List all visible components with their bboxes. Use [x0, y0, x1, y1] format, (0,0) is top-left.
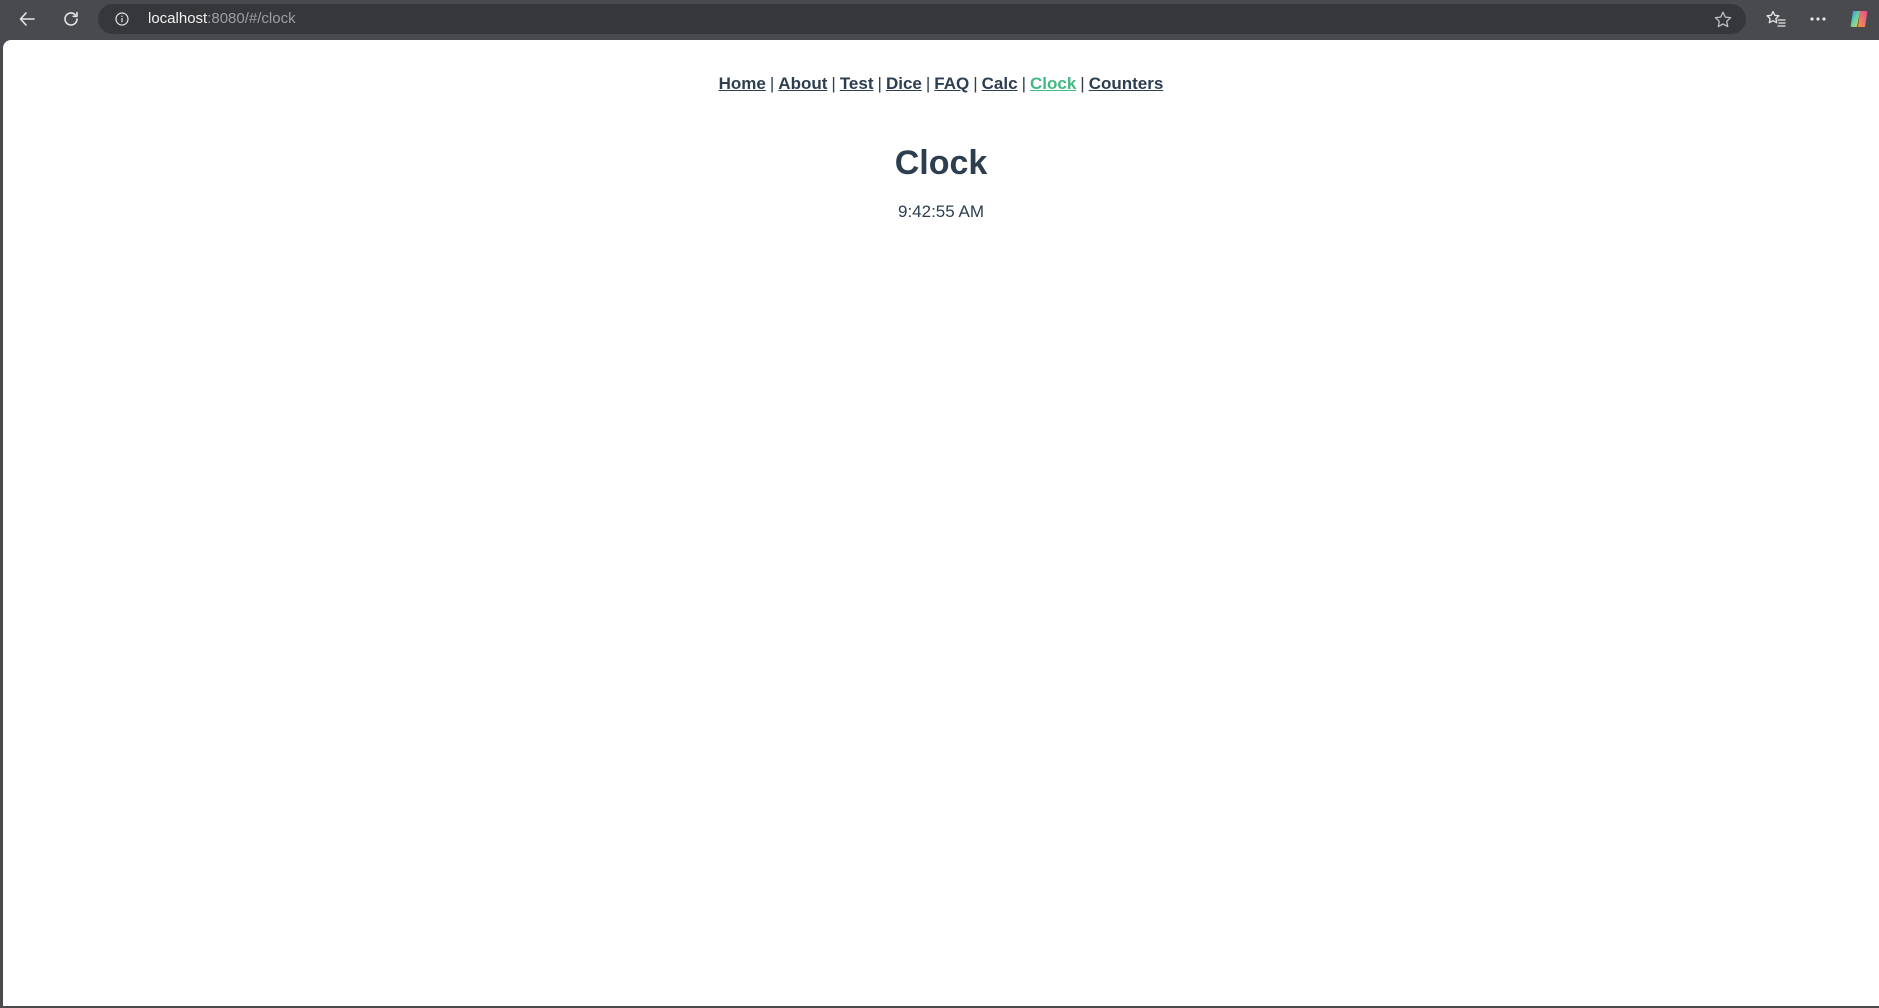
nav-link-calc[interactable]: Calc	[982, 74, 1018, 93]
refresh-button[interactable]	[56, 6, 86, 32]
nav-link-test[interactable]: Test	[840, 74, 874, 93]
nav-link-clock[interactable]: Clock	[1030, 74, 1076, 93]
main-nav: Home | About | Test | Dice | FAQ | Calc | Clock | Coun…	[3, 74, 1879, 94]
nav-separator: |	[831, 74, 836, 93]
url-text[interactable]: localhost:8080/#/clock	[148, 4, 296, 34]
page-viewport: Home | About | Test | Dice | FAQ | Calc | Clock | Coun…	[3, 40, 1879, 1006]
nav-separator: |	[1021, 74, 1026, 93]
page-title: Clock	[894, 144, 988, 182]
nav-separator: |	[877, 74, 882, 93]
copilot-button[interactable]	[1845, 6, 1875, 32]
more-button[interactable]	[1803, 6, 1833, 32]
nav-link-counters[interactable]: Counters	[1089, 74, 1164, 93]
address-bar[interactable]: localhost:8080/#/clock	[98, 4, 1746, 34]
more-icon	[1809, 16, 1827, 22]
favorites-icon	[1766, 10, 1786, 28]
info-icon[interactable]	[115, 12, 129, 26]
favorites-button[interactable]	[1761, 6, 1791, 32]
nav-separator: |	[925, 74, 931, 93]
url-path: :8080/#/clock	[207, 10, 296, 27]
nav-separator: |	[1080, 74, 1085, 93]
nav-link-home[interactable]: Home	[719, 74, 766, 93]
back-arrow-icon	[18, 10, 36, 28]
nav-separator: |	[769, 74, 775, 93]
copilot-icon	[1849, 8, 1871, 30]
nav-link-about[interactable]: About	[778, 74, 827, 93]
back-button[interactable]	[12, 6, 42, 32]
nav-link-faq[interactable]: FAQ	[934, 74, 969, 93]
star-icon[interactable]	[1714, 11, 1732, 33]
clock-time: 9:42:55 AM	[897, 202, 984, 221]
nav-separator: |	[973, 74, 978, 93]
nav-link-dice[interactable]: Dice	[886, 74, 922, 93]
url-host: localhost	[148, 10, 208, 27]
browser-toolbar: localhost:8080/#/clock	[0, 0, 1879, 38]
refresh-icon	[62, 10, 80, 28]
